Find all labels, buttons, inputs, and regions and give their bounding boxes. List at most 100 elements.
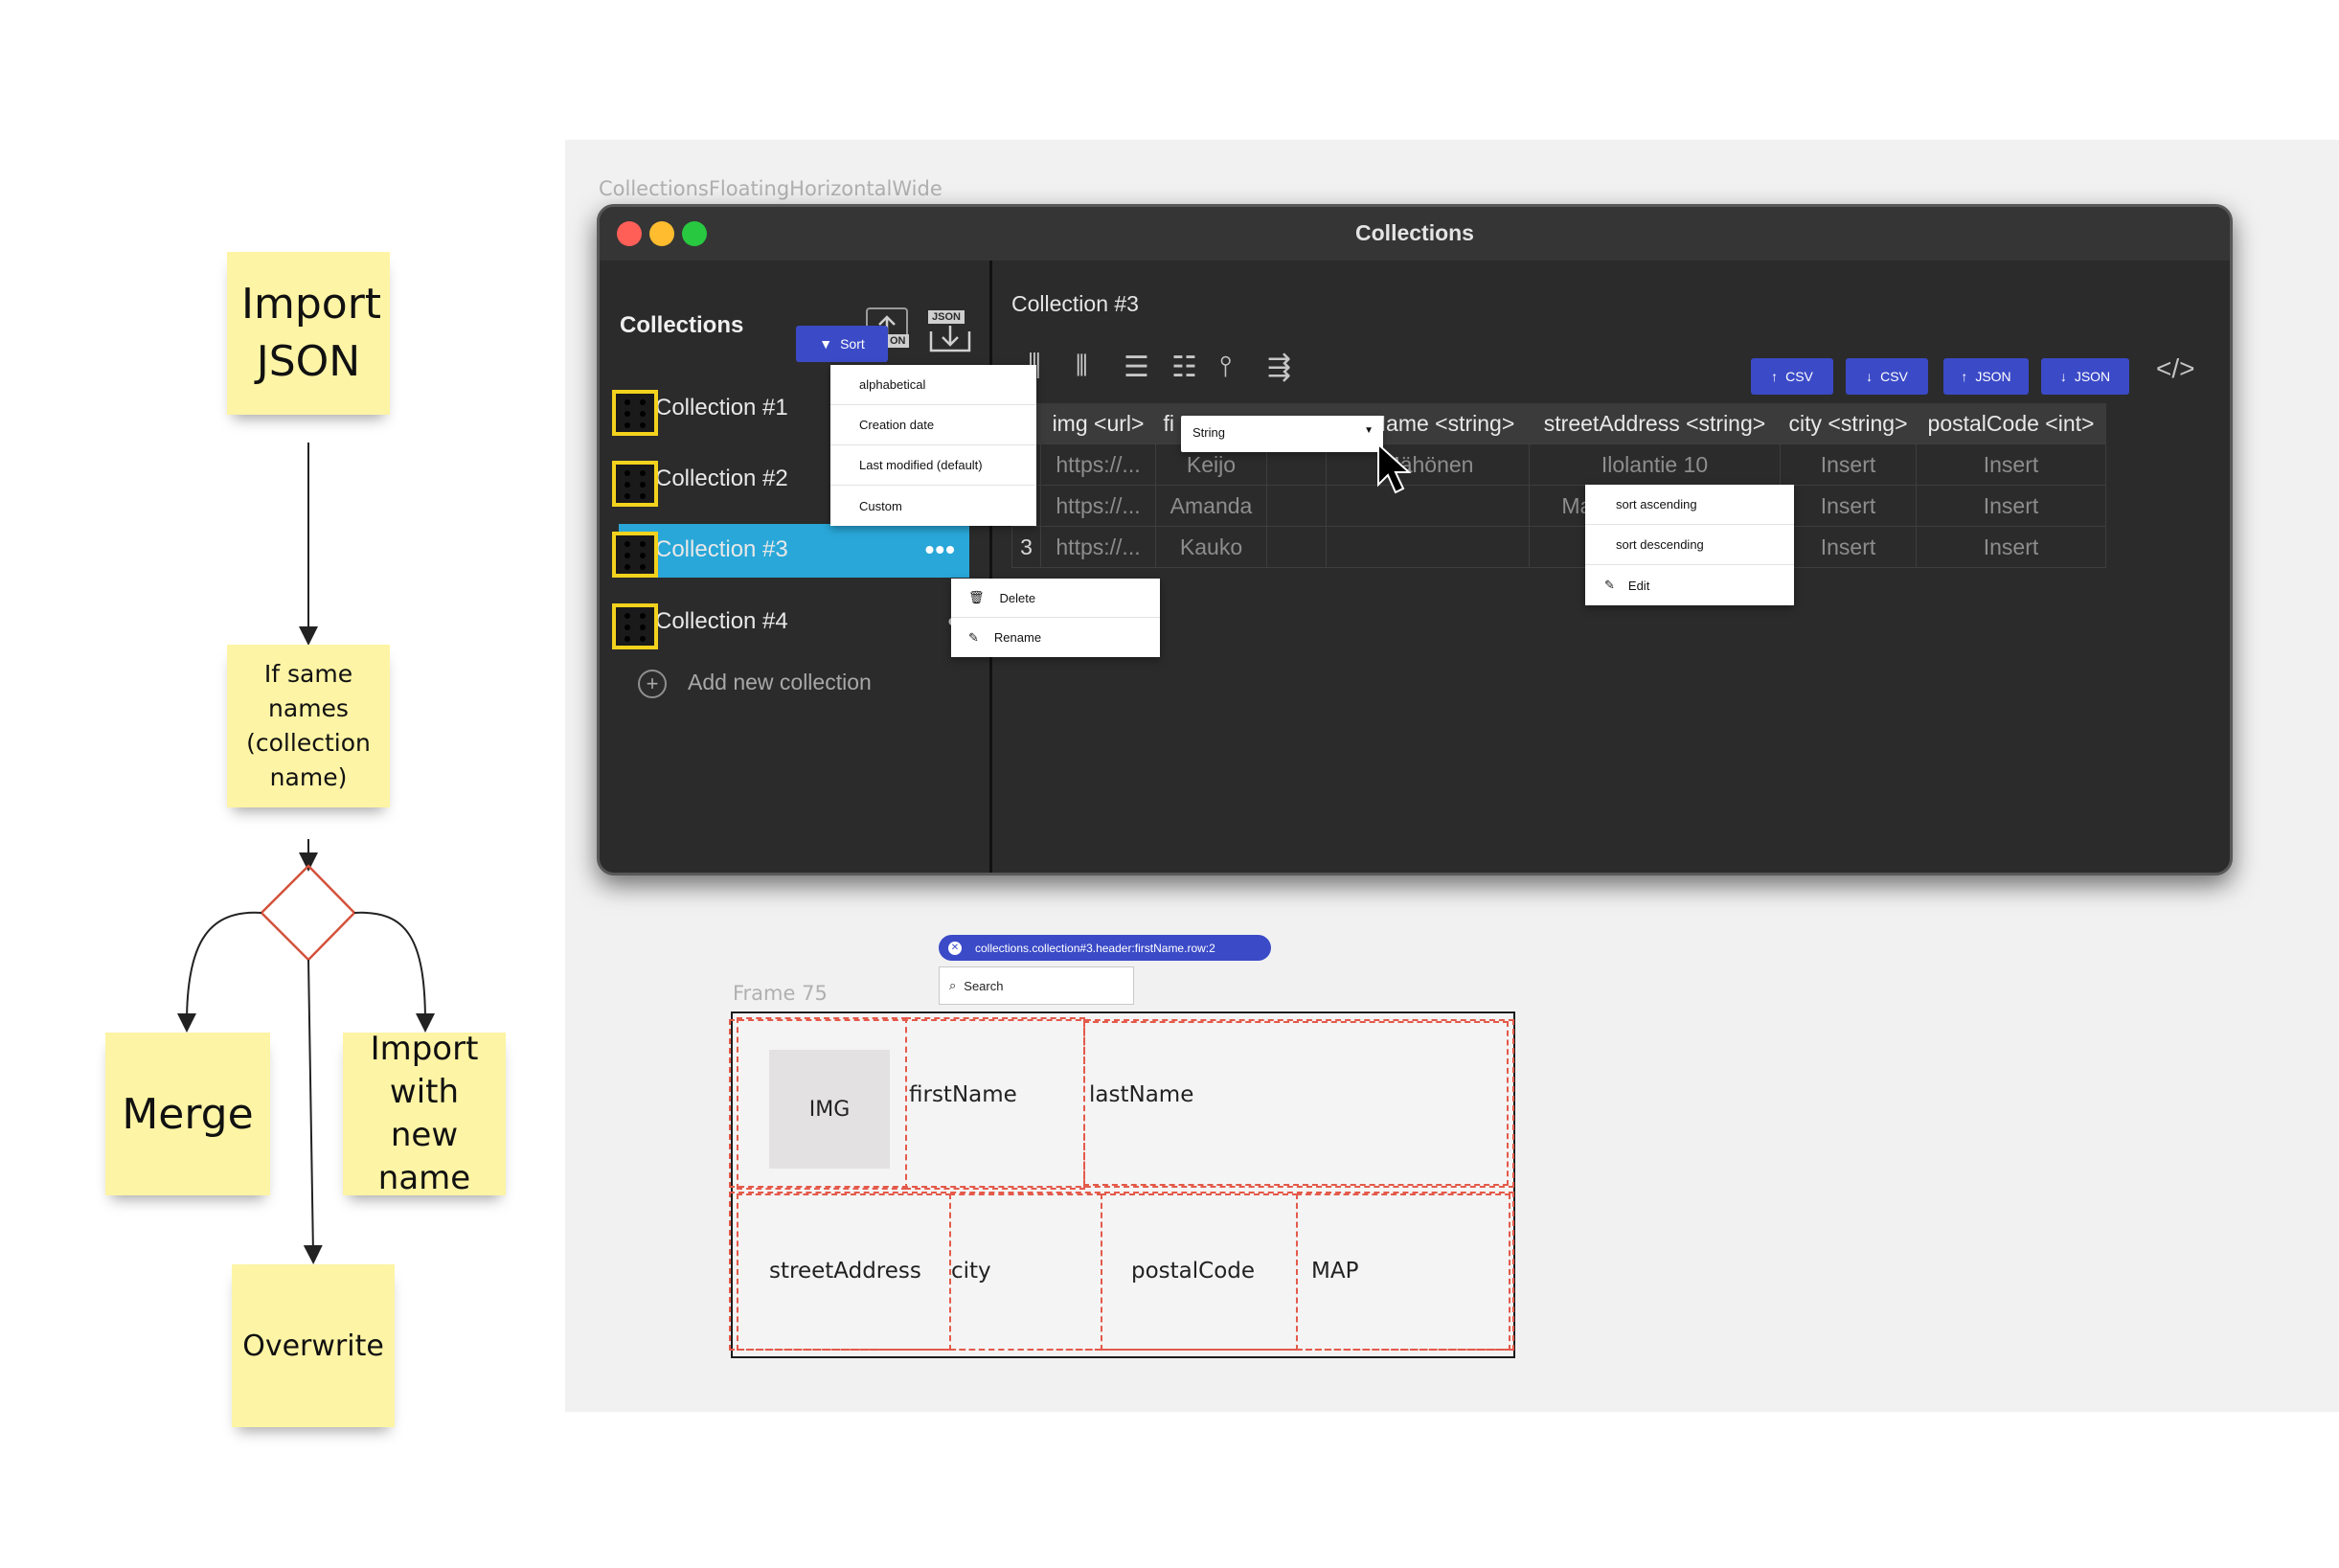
table-cell[interactable]: Insert: [1780, 526, 1917, 568]
sort-option-last-modified[interactable]: Last modified (default): [830, 445, 1036, 486]
menu-item-label: Rename: [993, 630, 1042, 645]
table-header-row: img <url> fi astName <string> streetAddr…: [1011, 403, 2106, 444]
collection-label: Collection #2: [655, 466, 788, 491]
mouse-cursor-icon: [1377, 443, 1412, 494]
add-column-icon[interactable]: ⫴: [1076, 351, 1088, 383]
json-export-icon[interactable]: JSON: [928, 310, 972, 354]
sidebar-divider: [989, 261, 992, 873]
button-label: CSV: [1785, 369, 1813, 384]
sticky-text: Merge: [122, 1089, 254, 1139]
menu-item-label: Delete: [999, 590, 1036, 605]
drag-handle-icon[interactable]: [612, 390, 658, 436]
sticky-import-new-name[interactable]: Import with new name: [343, 1030, 506, 1197]
delete-row-icon[interactable]: ⇶: [1267, 351, 1291, 384]
collection-label: Collection #4: [655, 608, 788, 634]
sticky-text: Overwrite: [242, 1329, 384, 1363]
sort-menu: alphabetical Creation date Last modified…: [830, 365, 1036, 526]
sticky-text: If same names (collection name): [246, 660, 371, 791]
img-label: IMG: [808, 1097, 851, 1122]
more-options-icon[interactable]: •••: [925, 534, 956, 565]
table-row: 3 https://... Kauko xxx Insert Insert: [1011, 526, 2106, 568]
upload-json-button[interactable]: ↑ JSON: [1943, 358, 2029, 395]
table-row: https://... Amanda Mannerheikintie 54 In…: [1011, 485, 2106, 527]
image-placeholder: IMG: [769, 1050, 890, 1169]
sort-button[interactable]: ▼ Sort: [796, 326, 888, 362]
window-frame-label: CollectionsFloatingHorizontalWide: [599, 177, 942, 200]
table-header-cell[interactable]: postalCode <int>: [1916, 403, 2106, 444]
sort-option-creation-date[interactable]: Creation date: [830, 405, 1036, 445]
table-cell[interactable]: Ilolantie 10: [1529, 443, 1781, 486]
column-type-select[interactable]: String ▼: [1181, 416, 1383, 452]
delete-menu-item[interactable]: 🗑 Delete: [951, 579, 1160, 618]
window-title: Collections: [1355, 220, 1474, 245]
first-name-label: firstName: [909, 1082, 1017, 1107]
last-name-label: lastName: [1089, 1082, 1194, 1107]
table-cell[interactable]: https://...: [1040, 443, 1156, 486]
table-cell[interactable]: Amanda: [1155, 485, 1267, 527]
map-label: MAP: [1311, 1259, 1359, 1284]
sticky-if-same-names[interactable]: If same names (collection name): [227, 645, 390, 807]
button-label: JSON: [1975, 369, 2011, 384]
table-cell[interactable]: Insert: [1916, 443, 2106, 486]
search-input[interactable]: ⌕ Search: [939, 966, 1134, 1005]
insert-row-icon[interactable]: ☰: [1124, 351, 1149, 384]
upload-csv-button[interactable]: ↑ CSV: [1751, 358, 1833, 395]
drag-handle-icon[interactable]: [612, 603, 658, 649]
delete-column-icon[interactable]: ⫯: [1219, 351, 1232, 383]
sticky-import-json[interactable]: Import JSON: [227, 252, 390, 415]
table-header-cell[interactable]: streetAddress <string>: [1529, 403, 1781, 444]
sort-option-alphabetical[interactable]: alphabetical: [830, 365, 1036, 405]
edit-column-item[interactable]: ✎ Edit: [1585, 565, 1794, 605]
add-collection-label: Add new collection: [688, 670, 872, 695]
add-collection-button[interactable]: + Add new collection: [638, 670, 872, 698]
table-header-cell[interactable]: city <string>: [1780, 403, 1917, 444]
sticky-text: Import JSON: [241, 280, 382, 386]
rename-menu-item[interactable]: ✎ Rename: [951, 618, 1160, 657]
button-label: Sort: [840, 336, 865, 352]
arrow-up-icon: ↑: [1961, 369, 1968, 384]
json-badge-partial: ON: [887, 334, 909, 348]
download-csv-button[interactable]: ↓ CSV: [1846, 358, 1928, 395]
code-view-icon[interactable]: </>: [2156, 353, 2194, 384]
caret-down-icon: ▼: [1364, 425, 1374, 436]
trash-icon: 🗑: [968, 590, 985, 604]
sidebar-heading: Collections: [620, 312, 744, 338]
sticky-merge[interactable]: Merge: [105, 1033, 270, 1195]
drag-handle-icon[interactable]: [612, 461, 658, 507]
sort-ascending-item[interactable]: sort ascending: [1585, 485, 1794, 525]
title-bar: Collections: [600, 207, 2230, 261]
column-context-menu: sort ascending sort descending ✎ Edit: [1585, 485, 1794, 605]
table-cell[interactable]: https://...: [1040, 485, 1156, 527]
collection-title: Collection #3: [1011, 291, 1139, 316]
sticky-overwrite[interactable]: Overwrite: [232, 1264, 395, 1427]
table-cell[interactable]: 3: [1011, 526, 1041, 568]
download-json-button[interactable]: ↓ JSON: [2041, 358, 2129, 395]
arrow-down-icon: ↓: [1866, 369, 1873, 384]
filter-icon: ▼: [819, 336, 833, 352]
sidebar-item-collection-4[interactable]: Collection #4 •••: [617, 596, 979, 649]
table-cell[interactable]: Insert: [1780, 485, 1917, 527]
street-address-label: streetAddress: [769, 1259, 921, 1284]
data-table: img <url> fi astName <string> streetAddr…: [1011, 403, 2106, 568]
decision-diamond: [260, 864, 356, 962]
table-cell[interactable]: https://...: [1040, 526, 1156, 568]
table-cell[interactable]: Insert: [1780, 443, 1917, 486]
close-circle-icon[interactable]: ✕: [948, 941, 962, 955]
add-circle-icon: +: [638, 670, 667, 698]
drag-handle-icon[interactable]: [612, 532, 658, 578]
table-cell[interactable]: Kauko: [1155, 526, 1267, 568]
card-layout-frame: IMG firstName lastName streetAddress cit…: [729, 1011, 1515, 1358]
table-cell[interactable]: Insert: [1916, 526, 2106, 568]
table-cell[interactable]: [1266, 526, 1327, 568]
table-cell[interactable]: Insert: [1916, 485, 2106, 527]
add-row-icon[interactable]: ☷: [1171, 351, 1197, 384]
sort-descending-item[interactable]: sort descending: [1585, 525, 1794, 565]
sort-option-custom[interactable]: Custom: [830, 486, 1036, 526]
table-cell[interactable]: [1326, 485, 1530, 527]
table-cell[interactable]: [1326, 526, 1530, 568]
collection-label: Collection #1: [655, 395, 788, 420]
table-header-cell[interactable]: img <url>: [1040, 403, 1156, 444]
table-cell[interactable]: [1266, 485, 1327, 527]
sidebar-item-collection-3[interactable]: Collection #3 •••: [619, 524, 969, 578]
path-chip[interactable]: ✕ collections.collection#3.header:firstN…: [939, 935, 1271, 961]
